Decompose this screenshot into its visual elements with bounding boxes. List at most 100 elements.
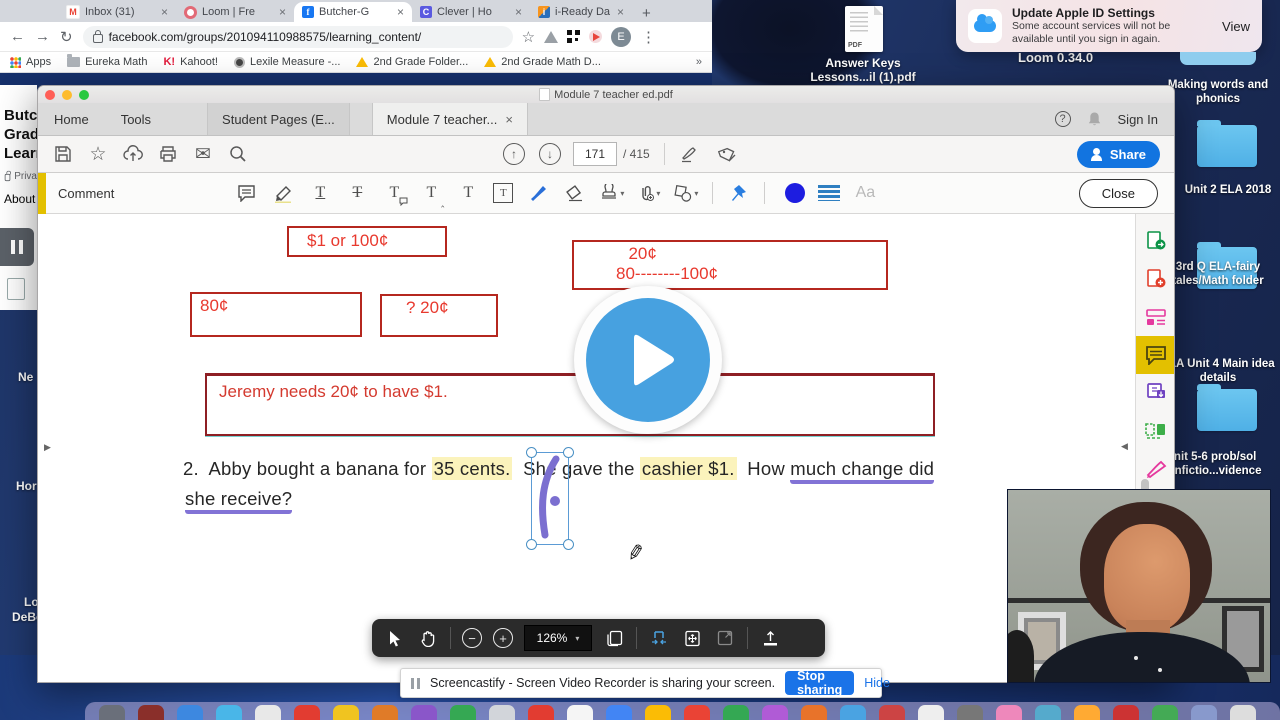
help-icon[interactable]: ? (1054, 111, 1071, 127)
notifications-bell-icon[interactable] (1087, 111, 1102, 127)
annotation-box-jeremy[interactable]: Jeremy needs 20¢ to have $1. (205, 373, 935, 436)
comment-tool-icon-selected[interactable] (1136, 336, 1174, 374)
annotation-box-dollar[interactable]: $1 or 100¢ (287, 226, 447, 257)
line-thickness-icon[interactable] (818, 185, 841, 201)
tab-gmail-inbox[interactable]: M Inbox (31) × (58, 2, 176, 22)
bookmark-apps[interactable]: Apps (10, 56, 51, 68)
print-icon[interactable] (158, 144, 178, 164)
selection-handle[interactable] (526, 539, 537, 550)
dock-app-icon[interactable] (1035, 705, 1061, 720)
share-button[interactable]: Share (1076, 140, 1160, 168)
bookmark-eureka-math[interactable]: Eureka Math (67, 54, 147, 68)
tab-home[interactable]: Home (38, 103, 105, 135)
desktop-pdf-file-label[interactable]: Answer Keys (783, 56, 943, 70)
zoom-in-icon[interactable]: + (493, 628, 513, 648)
dock-app-icon[interactable] (1113, 705, 1139, 720)
bookmark-2nd-grade-folder[interactable]: 2nd Grade Folder... (356, 56, 468, 68)
keep-tool-selected-pin-icon[interactable] (726, 181, 750, 205)
fullscreen-icon[interactable] (714, 627, 736, 649)
dock-app-icon[interactable] (1074, 705, 1100, 720)
about-link[interactable]: About (4, 192, 37, 206)
dock-app-icon[interactable] (138, 705, 164, 720)
dock-app-icon[interactable] (99, 705, 125, 720)
selection-handle[interactable] (563, 447, 574, 458)
stamp-icon[interactable]: ▾ (600, 181, 624, 205)
url-text[interactable]: facebook.com/groups/201094110988575/lear… (109, 30, 422, 44)
dock-app-icon[interactable] (450, 705, 476, 720)
tab-close-icon[interactable]: × (279, 6, 286, 18)
annotation-box-80c[interactable]: 80¢ (190, 292, 362, 337)
dock[interactable] (85, 702, 1280, 720)
desktop-folder[interactable] (1197, 120, 1257, 167)
desktop-pdf-file-label[interactable]: Lessons...il (1).pdf (783, 70, 943, 84)
dock-app-icon[interactable] (1230, 705, 1256, 720)
previous-page-icon[interactable]: ↑ (503, 143, 525, 165)
star-favorites-icon[interactable]: ☆ (88, 144, 108, 165)
dock-app-icon[interactable] (177, 705, 203, 720)
eraser-icon[interactable] (563, 181, 587, 205)
bookmark-2nd-grade-math[interactable]: 2nd Grade Math D... (484, 56, 601, 68)
drive-extension-icon[interactable] (544, 30, 559, 43)
screencastify-extension-icon[interactable] (589, 30, 603, 43)
dock-app-icon[interactable] (957, 705, 983, 720)
expand-left-panel-icon[interactable]: ▶ (44, 442, 51, 453)
page-view-icon[interactable] (603, 627, 625, 649)
sign-in-link[interactable]: Sign In (1118, 112, 1158, 127)
dock-app-icon[interactable] (333, 705, 359, 720)
create-pdf-tool-icon[interactable] (1136, 260, 1174, 298)
zoom-out-icon[interactable]: − (462, 628, 482, 648)
tab-loom[interactable]: Loom | Fre × (176, 2, 294, 22)
address-bar[interactable]: facebook.com/groups/201094110988575/lear… (82, 25, 513, 48)
browser-menu-icon[interactable]: ⋮ (641, 28, 656, 46)
fit-width-icon[interactable] (648, 627, 670, 649)
dock-app-icon[interactable] (411, 705, 437, 720)
tab-close-icon[interactable]: × (617, 6, 624, 18)
edit-tag-icon[interactable] (718, 144, 738, 164)
dock-app-icon[interactable] (996, 705, 1022, 720)
cloud-upload-icon[interactable] (123, 144, 143, 164)
annotation-box-q20c[interactable]: ? 20¢ (380, 294, 498, 337)
hide-button[interactable]: Hide (864, 676, 890, 690)
dock-app-icon[interactable] (762, 705, 788, 720)
dock-app-icon[interactable] (918, 705, 944, 720)
save-icon[interactable] (53, 144, 73, 164)
dock-app-icon[interactable] (879, 705, 905, 720)
dock-app-icon[interactable] (489, 705, 515, 720)
folder-label[interactable]: Unit 2 ELA 2018 (1163, 183, 1280, 197)
fit-page-icon[interactable] (681, 627, 703, 649)
tab-close-icon[interactable]: × (161, 6, 168, 18)
combine-files-tool-icon[interactable] (1136, 374, 1174, 412)
add-text-comment-icon[interactable]: T (456, 181, 480, 205)
edit-pdf-tool-icon[interactable] (1136, 298, 1174, 336)
reload-icon[interactable]: ↻ (60, 28, 73, 46)
dock-app-icon[interactable] (606, 705, 632, 720)
bookmark-star-icon[interactable]: ☆ (522, 28, 535, 46)
tab-iready[interactable]: i i-Ready Da × (530, 2, 632, 22)
doc-tab-close-icon[interactable]: × (505, 112, 513, 127)
dock-app-icon[interactable] (528, 705, 554, 720)
tab-close-icon[interactable]: × (515, 6, 522, 18)
export-pdf-tool-icon[interactable] (1136, 222, 1174, 260)
selection-handle[interactable] (526, 447, 537, 458)
color-swatch[interactable] (785, 183, 806, 203)
bookmarks-overflow-icon[interactable]: » (696, 56, 702, 68)
replace-text-icon[interactable]: T (382, 181, 408, 206)
doc-tab-student-pages[interactable]: Student Pages (E... (207, 103, 350, 135)
page-number-input[interactable] (573, 142, 617, 166)
sign-pen-icon[interactable] (680, 144, 700, 164)
drawing-shapes-icon[interactable]: ▾ (674, 181, 698, 205)
bookmark-lexile[interactable]: Lexile Measure -... (233, 56, 340, 68)
dock-app-icon[interactable] (840, 705, 866, 720)
desktop-pdf-file-icon[interactable]: PDF (845, 6, 883, 52)
tab-close-icon[interactable]: × (397, 6, 404, 18)
collapse-right-panel-icon[interactable]: ◀ (1121, 441, 1128, 452)
organize-pages-tool-icon[interactable] (1136, 412, 1174, 450)
next-page-icon[interactable]: ↓ (539, 143, 561, 165)
bookmark-kahoot[interactable]: K! Kahoot! (163, 56, 218, 68)
underline-text-icon[interactable]: T (308, 181, 332, 205)
dock-app-icon[interactable] (645, 705, 671, 720)
forward-icon[interactable]: → (35, 28, 50, 45)
notification-view-button[interactable]: View (1216, 19, 1250, 34)
dock-app-icon[interactable] (372, 705, 398, 720)
tab-facebook-active[interactable]: f Butcher-G × (294, 2, 412, 22)
